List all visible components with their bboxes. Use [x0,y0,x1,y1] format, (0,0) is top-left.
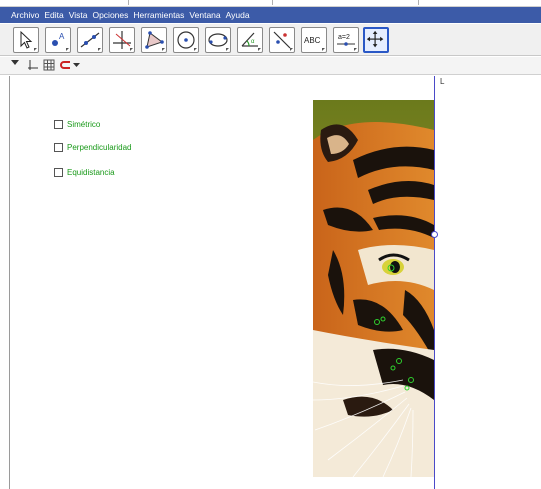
top-edge-tick [418,0,419,5]
checkbox-label: Equidistancia [67,168,115,177]
move-graphics-view-button[interactable] [363,27,389,53]
conic-tool-button[interactable] [205,27,231,53]
slider-tool-button[interactable]: a=2 [333,27,359,53]
chevron-down-icon[interactable] [73,59,80,71]
checkbox-equidistancia[interactable]: Equidistancia [54,168,115,177]
checkbox-box[interactable] [54,168,63,177]
line-label: L [440,77,445,86]
move-graphics-view-icon [366,30,384,48]
style-bar [0,57,541,75]
checkbox-simetrico[interactable]: Simétrico [54,120,100,129]
grid-toggle-icon[interactable] [43,59,55,71]
text-tool-label: ABC [304,36,321,45]
mirror-line-l[interactable] [434,76,435,489]
slider-tool-label: a=2 [338,34,350,41]
toolbar: A α ABC a=2 [0,24,541,56]
text-tool-button[interactable]: ABC [301,27,327,53]
checkbox-label: Simétrico [67,120,101,129]
menu-bar: Archivo Edita Vista Opciones Herramienta… [0,7,541,23]
checkbox-box[interactable] [54,120,63,129]
top-edge-tick [272,0,273,5]
stylebar-toggle-icon[interactable] [11,59,19,67]
menu-archivo[interactable]: Archivo [11,10,39,20]
graphics-view[interactable]: Simétrico Perpendicularidad Equidistanci… [9,76,541,489]
move-tool-button[interactable] [13,27,39,53]
checkbox-perpendicularidad[interactable]: Perpendicularidad [54,143,132,152]
checkbox-label: Perpendicularidad [67,143,132,152]
svg-text:α: α [251,39,255,45]
top-edge-tick [128,0,129,5]
angle-tool-button[interactable]: α [237,27,263,53]
magnet-icon[interactable] [60,59,72,71]
line-point[interactable] [431,231,438,238]
menu-ayuda[interactable]: Ayuda [226,10,250,20]
reflect-tool-button[interactable] [269,27,295,53]
line-tool-button[interactable] [77,27,103,53]
tiger-half-face-image [313,100,434,477]
point-tool-button[interactable]: A [45,27,71,53]
checkbox-box[interactable] [54,143,63,152]
axes-toggle-icon[interactable] [27,59,39,71]
circle-tool-button[interactable] [173,27,199,53]
menu-ventana[interactable]: Ventana [189,10,220,20]
menu-vista[interactable]: Vista [69,10,88,20]
polygon-tool-button[interactable] [141,27,167,53]
menu-opciones[interactable]: Opciones [92,10,128,20]
svg-text:A: A [59,32,65,41]
perpendicular-tool-button[interactable] [109,27,135,53]
menu-edita[interactable]: Edita [44,10,63,20]
window-top-edge [0,0,541,7]
menu-herramientas[interactable]: Herramientas [133,10,184,20]
